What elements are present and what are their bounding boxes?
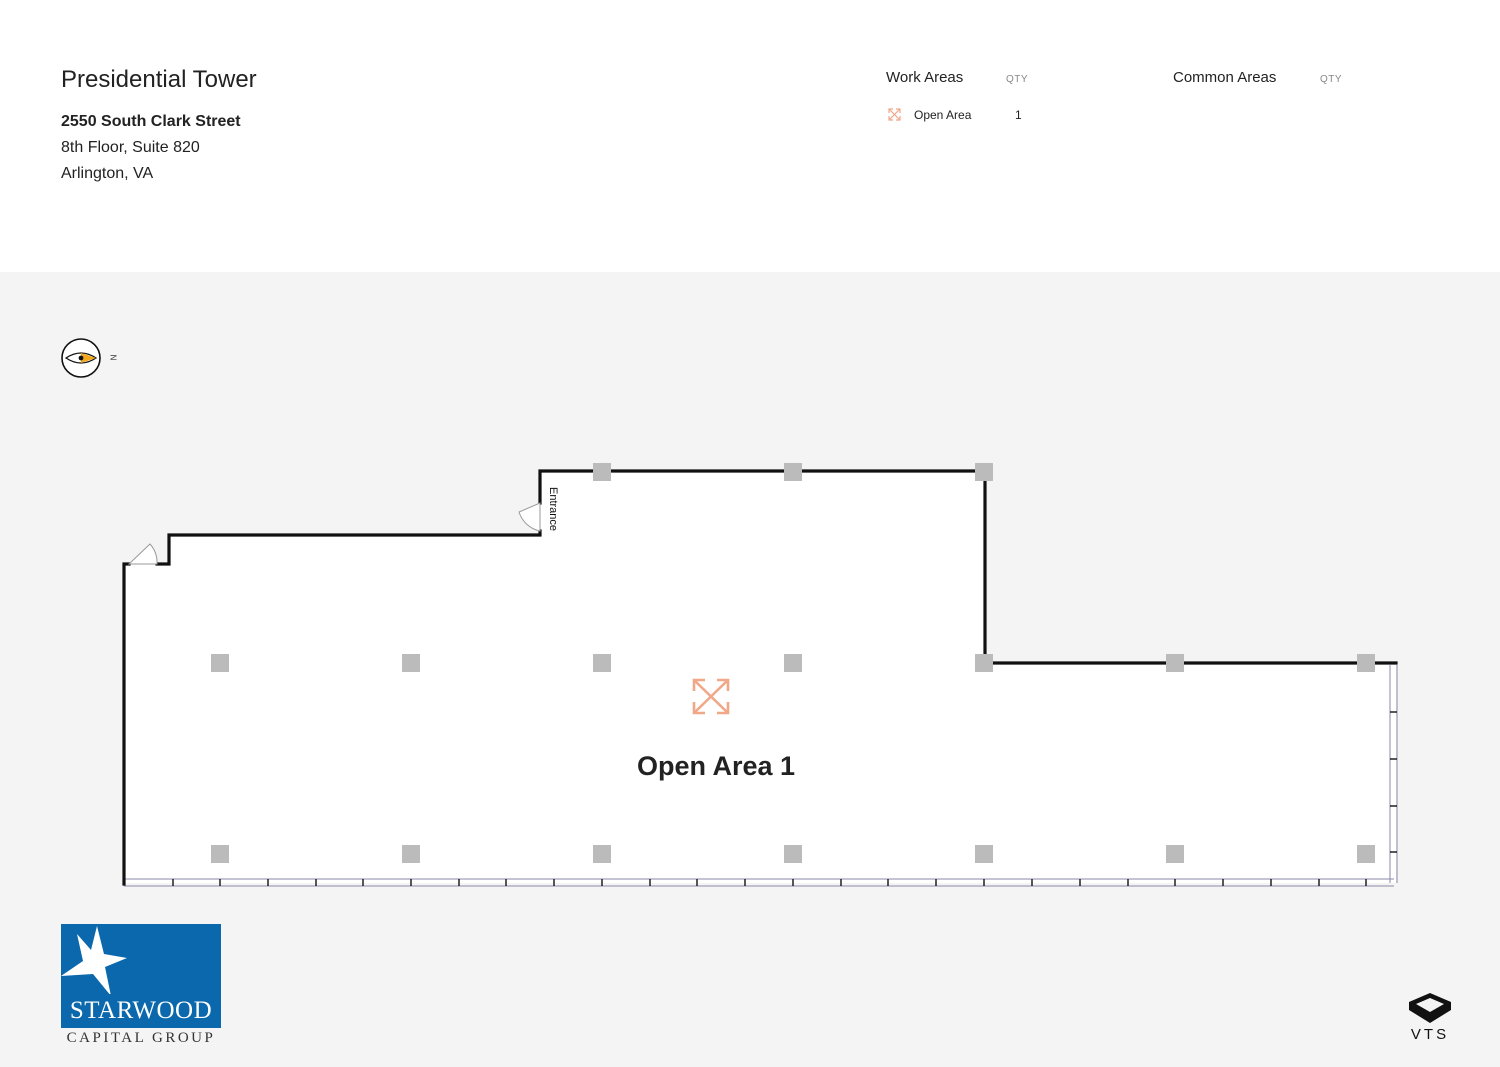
starwood-logo: STARWOOD [61,924,221,1028]
door-entrance [518,502,541,532]
column [211,845,229,863]
column [211,654,229,672]
compass-icon [61,338,101,378]
column [402,654,420,672]
column [402,845,420,863]
column [1357,654,1375,672]
column [784,654,802,672]
column [975,463,993,481]
column [784,463,802,481]
column [593,463,611,481]
vts-wordmark: VTS [1410,1026,1450,1043]
star-icon [61,926,127,994]
entrance-label: Entrance [547,487,559,531]
starwood-wordmark: STARWOOD [69,997,213,1024]
column [1166,845,1184,863]
column [1357,845,1375,863]
door-west [127,543,158,565]
column [593,654,611,672]
north-label: N [108,354,118,361]
column [975,654,993,672]
column [784,845,802,863]
floor-plan: Open Area 1 Entrance [61,338,1451,1023]
column [593,845,611,863]
column [1166,654,1184,672]
open-area-label: Open Area 1 [637,751,795,781]
vts-logo-icon [1409,993,1451,1023]
floor-area [124,471,1396,883]
column [975,845,993,863]
starwood-subtitle: CAPITAL GROUP [66,1030,216,1046]
